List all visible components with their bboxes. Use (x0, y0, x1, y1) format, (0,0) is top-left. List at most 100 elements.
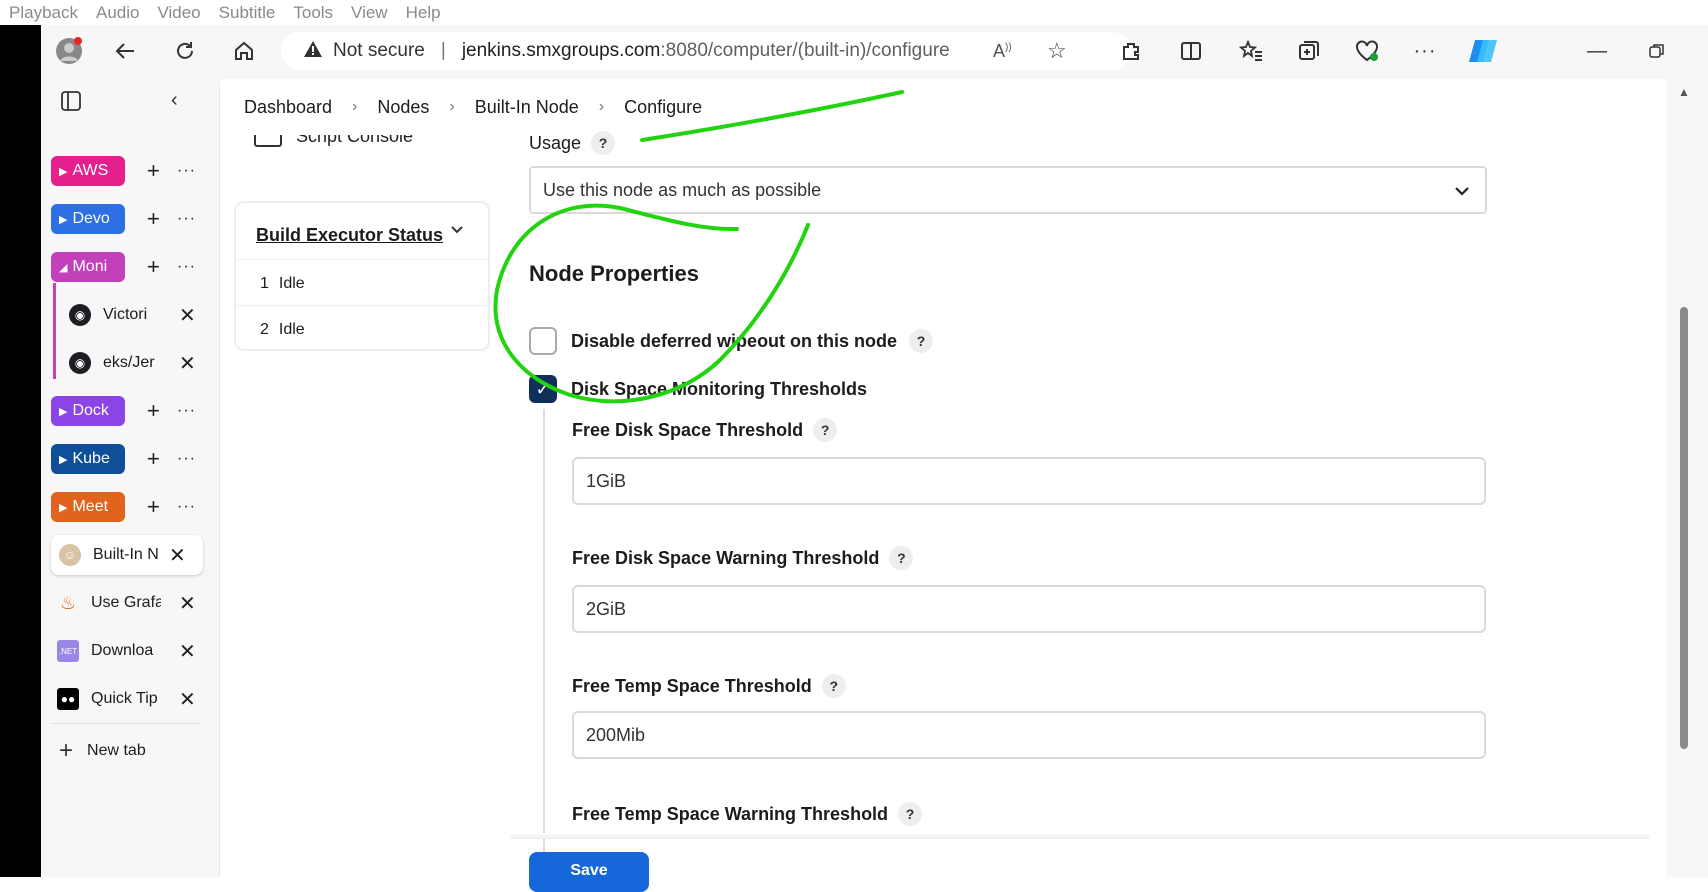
scroll-up-icon[interactable]: ▲ (1678, 85, 1690, 99)
menu-help[interactable]: Help (406, 3, 441, 23)
group-chip[interactable]: ▶ Devo (51, 204, 125, 234)
close-icon[interactable]: ✕ (169, 543, 186, 568)
new-tab-button[interactable]: + New tab (51, 731, 201, 771)
more-icon[interactable]: ··· (177, 210, 196, 228)
close-icon[interactable]: ✕ (179, 351, 196, 376)
menu-tools[interactable]: Tools (293, 3, 333, 23)
url-path: :8080/computer/(built-in)/configure (660, 40, 950, 61)
add-tab-icon[interactable]: + (147, 254, 160, 280)
menu-audio[interactable]: Audio (96, 3, 139, 23)
url-host: jenkins.smxgroups.com (461, 40, 661, 61)
usage-select[interactable]: Use this node as much as possible (529, 166, 1487, 214)
tab-quick-tip[interactable]: ●● Quick Tip ✕ (51, 679, 201, 719)
grafana-icon: ♨ (59, 592, 77, 613)
save-button[interactable]: Save (529, 852, 649, 892)
menu-subtitle[interactable]: Subtitle (219, 3, 276, 23)
menu-video[interactable]: Video (157, 3, 200, 23)
not-secure-label[interactable]: Not secure (333, 40, 425, 62)
menu-view[interactable]: View (351, 3, 388, 23)
add-tab-icon[interactable]: + (147, 446, 160, 472)
tab-victori[interactable]: ◉ Victori ✕ (51, 295, 201, 335)
tab-group-kube[interactable]: ▶ Kube + ··· (51, 439, 201, 479)
add-tab-icon[interactable]: + (147, 158, 160, 184)
more-icon[interactable]: ··· (177, 162, 196, 180)
add-tab-icon[interactable]: + (147, 398, 160, 424)
tab-group-aws[interactable]: ▶ AWS + ··· (51, 151, 201, 191)
tab-actions-icon[interactable] (61, 91, 81, 116)
executor-status-title[interactable]: Build Executor Status (256, 225, 443, 246)
github-icon: ◉ (69, 304, 91, 326)
favorite-star-icon[interactable]: ☆ (1047, 38, 1067, 64)
restore-icon[interactable] (1641, 35, 1673, 67)
split-screen-icon[interactable] (1175, 35, 1207, 67)
tab-title: Built-In N (93, 546, 159, 563)
tab-group-dock[interactable]: ▶ Dock + ··· (51, 391, 201, 431)
group-label: Devo (72, 210, 110, 227)
crumb-dashboard[interactable]: Dashboard (244, 97, 332, 118)
collections-icon[interactable] (1293, 35, 1325, 67)
medium-icon: ●● (57, 688, 79, 710)
add-tab-icon[interactable]: + (147, 206, 160, 232)
tab-eks[interactable]: ◉ eks/Jer ✕ (51, 343, 201, 383)
crumb-configure[interactable]: Configure (624, 97, 702, 118)
crumb-nodes[interactable]: Nodes (377, 97, 429, 118)
extensions-icon[interactable] (1115, 35, 1147, 67)
executor-row: 2 Idle (260, 321, 305, 339)
more-icon[interactable]: ··· (177, 498, 196, 516)
warning-icon[interactable] (303, 40, 323, 63)
collapse-sidebar-icon[interactable]: ‹ (171, 89, 178, 112)
read-aloud-icon[interactable]: A)) (993, 41, 1012, 62)
disk-monitor-checkbox[interactable]: ✓ (529, 375, 557, 403)
help-icon[interactable]: ? (898, 802, 923, 826)
back-icon[interactable] (109, 35, 141, 67)
refresh-icon[interactable] (169, 35, 201, 67)
home-icon[interactable] (228, 35, 260, 67)
help-icon[interactable]: ? (889, 546, 914, 570)
help-icon[interactable]: ? (821, 674, 846, 698)
free-disk-warning-input[interactable]: 2GiB (572, 585, 1486, 633)
close-icon[interactable]: ✕ (179, 639, 196, 664)
more-icon[interactable]: ··· (177, 450, 196, 468)
more-icon[interactable]: ··· (177, 402, 196, 420)
disk-monitor-option[interactable]: ✓ Disk Space Monitoring Thresholds (529, 375, 867, 403)
help-icon[interactable]: ? (813, 418, 838, 442)
tab-download[interactable]: .NET Downloa ✕ (51, 631, 201, 671)
executor-number: 2 (260, 321, 269, 338)
disable-wipeout-checkbox[interactable] (529, 327, 557, 355)
group-chip[interactable]: ▶ Dock (51, 396, 125, 426)
profile-avatar[interactable] (53, 35, 85, 67)
close-icon[interactable]: ✕ (179, 687, 196, 712)
tab-title: eks/Jer (103, 354, 155, 371)
menu-playback[interactable]: Playback (9, 3, 78, 23)
free-temp-input[interactable]: 200Mib (572, 711, 1486, 759)
free-disk-input[interactable]: 1GiB (572, 457, 1486, 505)
vertical-scrollbar-thumb[interactable] (1680, 307, 1688, 749)
more-icon[interactable]: ··· (177, 258, 196, 276)
copilot-icon[interactable] (1467, 35, 1499, 67)
close-icon[interactable]: ✕ (179, 303, 196, 328)
group-chip[interactable]: ▶ AWS (51, 156, 125, 186)
chevron-down-icon (1453, 182, 1471, 205)
tab-group-devo[interactable]: ▶ Devo + ··· (51, 199, 201, 239)
browser-essentials-icon[interactable] (1351, 35, 1383, 67)
chevron-down-icon[interactable] (449, 221, 465, 242)
tab-group-moni[interactable]: ◢ Moni + ··· (51, 247, 201, 287)
tab-group-meet[interactable]: ▶ Meet + ··· (51, 487, 201, 527)
tab-use-grafana[interactable]: ♨ Use Grafa ✕ (51, 583, 201, 623)
help-icon[interactable]: ? (591, 131, 616, 155)
group-chip[interactable]: ▶ Kube (51, 444, 125, 474)
minimize-icon[interactable]: — (1581, 35, 1613, 67)
address-bar[interactable]: Not secure | jenkins.smxgroups.com:8080/… (281, 32, 1131, 70)
help-icon[interactable]: ? (909, 329, 934, 353)
crumb-built-in-node[interactable]: Built-In Node (475, 97, 579, 118)
group-chip[interactable]: ◢ Moni (51, 252, 125, 282)
tab-built-in-node-active[interactable]: ☺ Built-In N ✕ (51, 535, 203, 575)
close-icon[interactable]: ✕ (179, 591, 196, 616)
favorites-icon[interactable] (1235, 35, 1267, 67)
expand-triangle-icon: ▶ (59, 405, 68, 418)
more-icon[interactable]: ··· (1409, 35, 1441, 67)
sticky-footer-shadow (510, 833, 1650, 839)
disable-wipeout-option[interactable]: Disable deferred wipeout on this node ? (529, 327, 934, 355)
add-tab-icon[interactable]: + (147, 494, 160, 520)
group-chip[interactable]: ▶ Meet (51, 492, 125, 522)
